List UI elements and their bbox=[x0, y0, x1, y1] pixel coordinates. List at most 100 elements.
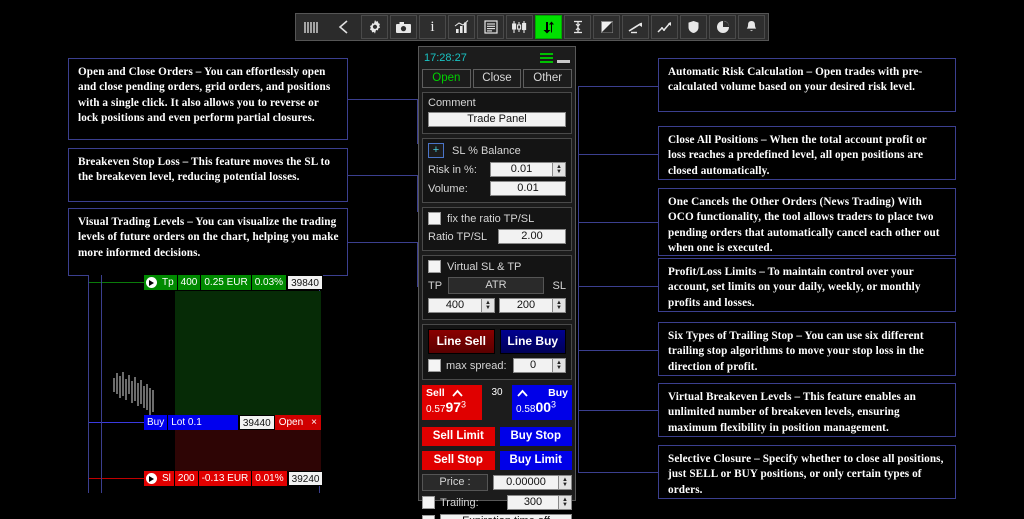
menu-hamburger-icon[interactable] bbox=[540, 53, 553, 63]
pending-row-1: Sell Limit Buy Stop bbox=[422, 427, 572, 446]
line-chart-icon[interactable] bbox=[651, 15, 678, 39]
sl-price[interactable]: 39240 bbox=[288, 471, 324, 486]
trend-arrow-icon[interactable] bbox=[622, 15, 649, 39]
expiration-row: Expiration time off bbox=[422, 514, 572, 519]
buy-price-pre: 0.58 bbox=[516, 404, 535, 415]
list-icon[interactable] bbox=[477, 15, 504, 39]
tp-stepper[interactable]: ▲▼ bbox=[482, 298, 495, 313]
connector-right-7 bbox=[578, 472, 658, 473]
position-lot: Lot 0.1 bbox=[168, 415, 239, 430]
back-chevron-icon[interactable] bbox=[329, 15, 359, 39]
max-spread-label: max spread: bbox=[446, 360, 508, 372]
risk-stepper[interactable]: ▲▼ bbox=[553, 162, 566, 177]
app-root: i bbox=[0, 0, 1024, 519]
price-row: Price : 0.00000 ▲▼ bbox=[422, 474, 572, 491]
camera-icon[interactable] bbox=[390, 15, 417, 39]
buy-quote-button[interactable]: Buy 0.58003 bbox=[512, 385, 572, 420]
sl-drag-handle[interactable] bbox=[146, 473, 157, 484]
fix-ratio-checkbox[interactable] bbox=[428, 212, 441, 225]
sell-limit-button[interactable]: Sell Limit bbox=[422, 427, 495, 446]
position-close-button[interactable]: × bbox=[307, 415, 321, 430]
atr-button[interactable]: ATR bbox=[448, 277, 544, 294]
expiration-checkbox[interactable] bbox=[422, 515, 435, 519]
ratio-group: fix the ratio TP/SL Ratio TP/SL 2.00 bbox=[422, 207, 572, 251]
sl-money: -0.13 EUR bbox=[199, 471, 253, 486]
bar-chart-icon[interactable] bbox=[448, 15, 475, 39]
sl-points: 200 bbox=[175, 471, 199, 486]
tp-drag-handle[interactable] bbox=[146, 277, 157, 288]
comment-label: Comment bbox=[428, 97, 566, 109]
sl-label-panel: SL bbox=[544, 280, 566, 292]
position-price[interactable]: 39440 bbox=[239, 415, 275, 430]
price-input[interactable]: 0.00000 bbox=[493, 475, 559, 490]
max-spread-input[interactable]: 0 bbox=[513, 358, 553, 373]
connector-right-1 bbox=[578, 86, 658, 87]
bell-icon[interactable] bbox=[738, 15, 765, 39]
price-chart[interactable]: Tp 400 0.25 EUR 0.03% 39840 Buy Lot 0.1 … bbox=[88, 275, 320, 493]
max-spread-stepper[interactable]: ▲▼ bbox=[553, 358, 566, 373]
trailing-stepper[interactable]: ▲▼ bbox=[559, 495, 572, 510]
note-icon[interactable] bbox=[593, 15, 620, 39]
buy-stop-button[interactable]: Buy Stop bbox=[500, 427, 573, 446]
price-stepper[interactable]: ▲▼ bbox=[559, 475, 572, 490]
chart-left-guide bbox=[101, 275, 102, 493]
annotation-visual-trading-levels: Visual Trading Levels – You can visualiz… bbox=[68, 208, 348, 276]
info-icon[interactable]: i bbox=[419, 15, 446, 39]
connector-right-5 bbox=[578, 350, 658, 351]
position-level-row[interactable]: Buy Lot 0.1 39440 Open × bbox=[144, 415, 321, 430]
expiration-button[interactable]: Expiration time off bbox=[440, 514, 572, 519]
connector-right-4 bbox=[578, 286, 658, 287]
minimize-icon[interactable] bbox=[557, 53, 570, 63]
pie-chart-icon[interactable] bbox=[709, 15, 736, 39]
ratio-label: Ratio TP/SL bbox=[428, 231, 498, 243]
ratio-row: Ratio TP/SL 2.00 bbox=[428, 229, 566, 244]
sell-quote-button[interactable]: Sell 0.57973 bbox=[422, 385, 482, 420]
crosshair-icon[interactable] bbox=[564, 15, 591, 39]
comment-input[interactable]: Trade Panel bbox=[428, 112, 566, 127]
sell-stop-button[interactable]: Sell Stop bbox=[422, 451, 495, 470]
annotation-six-types-trailing-stop: Six Types of Trailing Stop – You can use… bbox=[658, 322, 956, 376]
line-sell-button[interactable]: Line Sell bbox=[428, 329, 495, 354]
sl-level-row[interactable]: Sl 200 -0.13 EUR 0.01% 39240 bbox=[144, 471, 323, 486]
tab-open[interactable]: Open bbox=[422, 69, 471, 88]
tp-points: 400 bbox=[178, 275, 202, 290]
tab-close[interactable]: Close bbox=[473, 69, 522, 88]
virtual-sltp-checkbox[interactable] bbox=[428, 260, 441, 273]
connector-right-3 bbox=[578, 222, 658, 223]
risk-label: Risk in %: bbox=[428, 164, 490, 176]
tp-level-row[interactable]: Tp 400 0.25 EUR 0.03% 39840 bbox=[144, 275, 323, 290]
gear-icon[interactable] bbox=[361, 15, 388, 39]
annotation-virtual-breakeven-levels: Virtual Breakeven Levels – This feature … bbox=[658, 383, 956, 437]
trailing-checkbox[interactable] bbox=[422, 496, 435, 509]
panel-clock: 17:28:27 bbox=[424, 52, 540, 64]
volume-input[interactable]: 0.01 bbox=[490, 181, 566, 196]
shield-icon[interactable] bbox=[680, 15, 707, 39]
risk-input[interactable]: 0.01 bbox=[490, 162, 553, 177]
expand-plus-button[interactable]: + bbox=[428, 143, 444, 158]
volume-row: Volume: 0.01 bbox=[428, 181, 566, 196]
trailing-input[interactable]: 300 bbox=[507, 495, 559, 510]
buy-limit-button[interactable]: Buy Limit bbox=[500, 451, 573, 470]
tab-other[interactable]: Other bbox=[523, 69, 572, 88]
trade-panel-icon[interactable] bbox=[535, 15, 562, 39]
virtual-sltp-group: Virtual SL & TP TP ATR SL 400 ▲▼ 200 ▲▼ bbox=[422, 255, 572, 320]
annotation-open-close-orders: Open and Close Orders – You can effortle… bbox=[68, 58, 348, 140]
candles-icon[interactable] bbox=[506, 15, 533, 39]
tp-price[interactable]: 39840 bbox=[287, 275, 323, 290]
max-spread-checkbox[interactable] bbox=[428, 359, 441, 372]
ratio-input[interactable]: 2.00 bbox=[498, 229, 566, 244]
line-orders-group: Line Sell Line Buy max spread: 0 ▲▼ bbox=[422, 324, 572, 380]
tp-label: Tp bbox=[159, 275, 178, 290]
panel-header: 17:28:27 bbox=[422, 50, 572, 66]
sell-price-big: 97 bbox=[445, 399, 461, 415]
buy-label: Buy bbox=[548, 387, 568, 399]
position-open-button[interactable]: Open bbox=[275, 415, 307, 430]
sl-stepper[interactable]: ▲▼ bbox=[553, 298, 566, 313]
tp-label-panel: TP bbox=[428, 280, 448, 292]
connector-left-1 bbox=[348, 99, 418, 100]
tp-value-input[interactable]: 400 bbox=[428, 298, 482, 313]
line-buy-button[interactable]: Line Buy bbox=[500, 329, 567, 354]
grid-lines-icon[interactable] bbox=[297, 15, 327, 39]
sl-value-input[interactable]: 200 bbox=[499, 298, 553, 313]
atr-row: TP ATR SL bbox=[428, 277, 566, 294]
